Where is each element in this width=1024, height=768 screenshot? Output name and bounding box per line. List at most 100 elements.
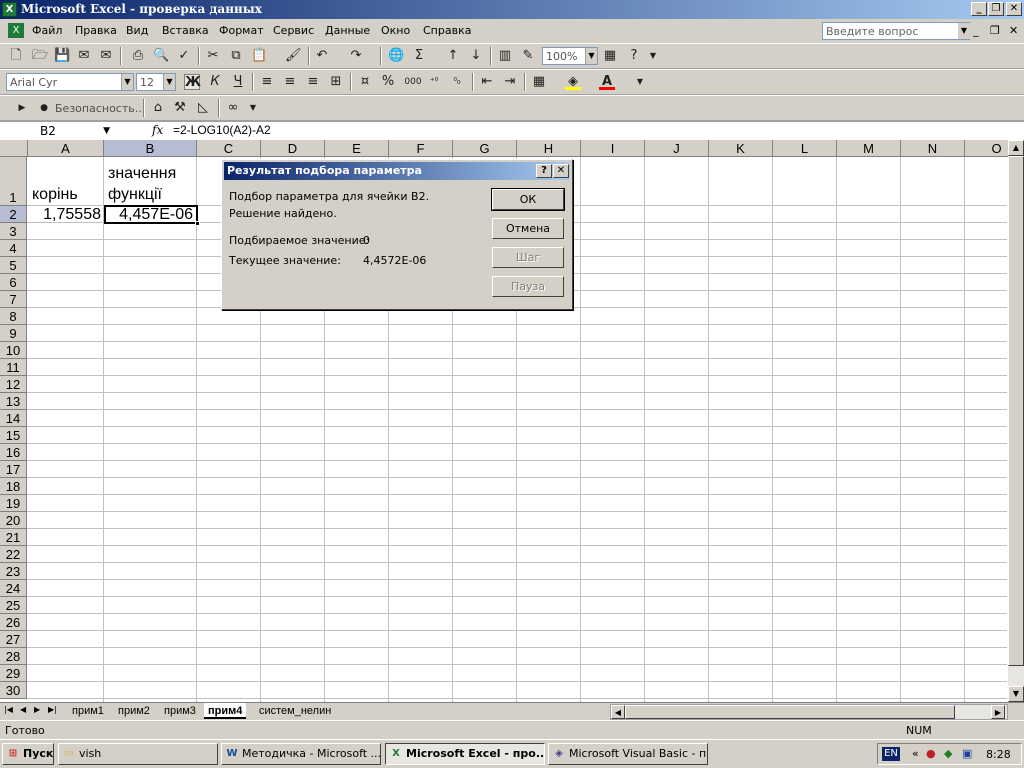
format-painter-icon[interactable]: 🖌 <box>285 48 302 64</box>
row-header-10[interactable]: 10 <box>0 342 27 359</box>
menu-insert[interactable]: Вставка <box>162 24 209 37</box>
ok-button[interactable]: ОК <box>491 188 565 211</box>
h-scroll-thumb[interactable] <box>625 705 955 719</box>
decrease-indent-icon[interactable]: ⇤ <box>479 74 495 90</box>
minimize-button[interactable]: _ <box>971 2 987 16</box>
first-sheet-icon[interactable]: |◀ <box>4 705 13 714</box>
column-header-g[interactable]: G <box>453 140 517 157</box>
print-preview-icon[interactable]: 🔍 <box>153 48 169 64</box>
print-icon[interactable]: ⎙ <box>130 48 146 64</box>
underline-button[interactable]: Ч <box>230 74 246 90</box>
sheet-tab-prim3[interactable]: прим3 <box>160 703 200 719</box>
next-sheet-icon[interactable]: ▶ <box>34 705 40 714</box>
help-dropdown-icon[interactable]: ▼ <box>958 23 970 39</box>
insert-function-button[interactable]: fx <box>152 123 163 137</box>
sheet-tab-prim1[interactable]: прим1 <box>68 703 108 719</box>
email-icon[interactable]: ✉ <box>98 48 114 64</box>
vertical-scrollbar[interactable]: ▲ ▼ <box>1008 140 1024 702</box>
tray-app-icon[interactable]: ● <box>926 747 936 760</box>
scroll-left-icon[interactable]: ◀ <box>611 705 625 719</box>
task-excel[interactable]: X Microsoft Excel - про... <box>385 743 545 765</box>
row-header-18[interactable]: 18 <box>0 478 27 495</box>
spelling-icon[interactable]: ✓ <box>176 48 192 64</box>
horizontal-scrollbar[interactable]: ◀ ▶ <box>610 704 1008 720</box>
row-header-29[interactable]: 29 <box>0 665 27 682</box>
scroll-up-icon[interactable]: ▲ <box>1008 140 1024 156</box>
row-header-14[interactable]: 14 <box>0 410 27 427</box>
tray-monitor-icon[interactable]: ▣ <box>962 747 972 760</box>
column-header-d[interactable]: D <box>261 140 325 157</box>
decrease-decimal-icon[interactable]: ⁰₀ <box>449 74 465 90</box>
merge-center-icon[interactable]: ⊞ <box>328 74 344 90</box>
column-header-f[interactable]: F <box>389 140 453 157</box>
pause-button[interactable]: Пауза <box>492 276 564 297</box>
hyperlink-icon[interactable]: 🌐 <box>388 48 404 64</box>
column-header-o[interactable]: O <box>965 140 1008 157</box>
paste-icon[interactable]: 📋 <box>251 48 267 64</box>
font-size-select[interactable]: 12 ▼ <box>136 73 176 91</box>
cell-b1-line2[interactable]: функції <box>108 186 162 204</box>
autosum-icon[interactable]: Σ <box>411 48 427 64</box>
cell-b1-line1[interactable]: значення <box>108 165 176 183</box>
cell-b2-selected[interactable]: 4,457E-06 <box>104 205 198 224</box>
row-header-19[interactable]: 19 <box>0 495 27 512</box>
design-mode-icon[interactable]: ◺ <box>195 100 211 116</box>
copy-icon[interactable]: ⧉ <box>228 48 244 64</box>
currency-icon[interactable]: ¤ <box>357 74 373 90</box>
column-header-k[interactable]: K <box>709 140 773 157</box>
sort-ascending-icon[interactable]: ↑ <box>445 48 461 64</box>
row-header-28[interactable]: 28 <box>0 648 27 665</box>
task-word[interactable]: W Методичка - Microsoft ... <box>221 743 381 765</box>
menu-data[interactable]: Данные <box>325 24 370 37</box>
toolbar-options-icon[interactable]: ▼ <box>245 100 261 116</box>
font-select[interactable]: Arial Cyr ▼ <box>6 73 134 91</box>
cancel-button[interactable]: Отмена <box>492 218 564 239</box>
column-header-h[interactable]: H <box>517 140 581 157</box>
security-button[interactable]: Безопасность... <box>55 102 145 115</box>
sort-descending-icon[interactable]: ↓ <box>468 48 484 64</box>
italic-button[interactable]: К <box>207 74 223 90</box>
row-header-15[interactable]: 15 <box>0 427 27 444</box>
row-header-9[interactable]: 9 <box>0 325 27 342</box>
row-header-25[interactable]: 25 <box>0 597 27 614</box>
toolbar-options-icon[interactable]: ▼ <box>645 48 661 64</box>
sheet-tab-prim4-active[interactable]: прим4 <box>204 703 247 719</box>
column-header-e[interactable]: E <box>325 140 389 157</box>
sheet-tab-sistem-nelin[interactable]: систем_нелин <box>255 703 335 719</box>
step-button[interactable]: Шаг <box>492 247 564 268</box>
row-header-4[interactable]: 4 <box>0 240 27 257</box>
align-center-icon[interactable]: ≡ <box>282 74 298 90</box>
scroll-down-icon[interactable]: ▼ <box>1008 686 1024 702</box>
column-header-b[interactable]: B <box>104 140 197 157</box>
menu-help[interactable]: Справка <box>423 24 471 37</box>
column-header-j[interactable]: J <box>645 140 709 157</box>
row-header-20[interactable]: 20 <box>0 512 27 529</box>
save-icon[interactable]: 💾 <box>54 48 70 64</box>
row-header-23[interactable]: 23 <box>0 563 27 580</box>
cell-a2[interactable]: 1,75558 <box>28 206 104 224</box>
drawing-icon[interactable]: ✎ <box>520 48 536 64</box>
scroll-thumb[interactable] <box>1008 156 1024 666</box>
bold-button[interactable]: Ж <box>184 74 201 90</box>
column-header-m[interactable]: M <box>837 140 901 157</box>
tray-expand-icon[interactable]: « <box>912 747 919 760</box>
menu-edit[interactable]: Правка <box>75 24 117 37</box>
column-header-i[interactable]: I <box>581 140 645 157</box>
row-header-26[interactable]: 26 <box>0 614 27 631</box>
cell-a1[interactable]: корінь <box>32 186 78 204</box>
language-indicator[interactable]: EN <box>882 747 900 761</box>
select-all-corner[interactable] <box>0 140 28 157</box>
new-icon[interactable]: 🗋 <box>8 48 24 64</box>
row-header-30[interactable]: 30 <box>0 682 27 699</box>
column-header-n[interactable]: N <box>901 140 965 157</box>
menu-format[interactable]: Формат <box>219 24 264 37</box>
excel-doc-icon[interactable]: X <box>8 23 24 38</box>
row-header-24[interactable]: 24 <box>0 580 27 597</box>
font-color-icon[interactable]: A <box>599 74 615 90</box>
menu-window[interactable]: Окно <box>381 24 410 37</box>
row-header-22[interactable]: 22 <box>0 546 27 563</box>
align-left-icon[interactable]: ≡ <box>259 74 275 90</box>
record-icon[interactable]: ● <box>36 100 52 116</box>
permission-icon[interactable]: ✉ <box>76 48 92 64</box>
doc-close-button[interactable]: ✕ <box>1009 24 1018 37</box>
